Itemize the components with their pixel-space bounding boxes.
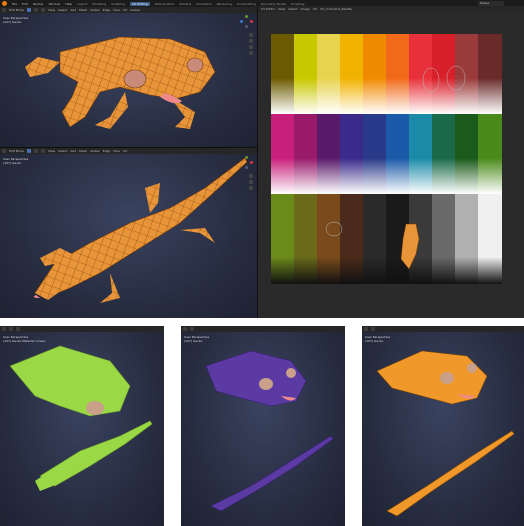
- tab-sculpting[interactable]: Sculpting: [111, 2, 125, 6]
- menu-view[interactable]: View: [278, 7, 285, 11]
- tab-rendering[interactable]: Rendering: [217, 2, 232, 6]
- menu-image[interactable]: Image: [300, 7, 309, 11]
- menu-select[interactable]: Select: [288, 7, 297, 11]
- menu-uv[interactable]: UV: [313, 7, 317, 11]
- viewport-bottom-middle[interactable]: User Perspective (107) Gecko: [181, 326, 345, 526]
- menu-window[interactable]: Window: [49, 2, 61, 6]
- menu-file[interactable]: File: [12, 2, 17, 6]
- tab-layout[interactable]: Layout: [77, 2, 87, 6]
- blender-logo-icon[interactable]: [2, 1, 7, 6]
- tab-compositing[interactable]: Compositing: [237, 2, 256, 6]
- tab-uv-editing[interactable]: UV Editing: [130, 1, 150, 6]
- tab-animation[interactable]: Animation: [196, 2, 211, 6]
- area-divider[interactable]: [0, 147, 257, 148]
- viewport-middle[interactable]: Edit Mode View Select Add Mesh Vertex Ed…: [0, 148, 257, 318]
- uv-editor-header: UV Editor View Select Image UV UV_ColorG…: [258, 6, 524, 12]
- gecko-mesh-top: [25, 36, 216, 129]
- uv-islands: [325, 65, 466, 270]
- viewport-bottom-left[interactable]: User Perspective (107) Gecko Material: G…: [0, 326, 164, 526]
- tab-modeling[interactable]: Modeling: [92, 2, 106, 6]
- uv-editor[interactable]: UV Editor View Select Image UV UV_ColorG…: [258, 6, 524, 318]
- viewport-top[interactable]: Edit Mode View Select Add Mesh Vertex Ed…: [0, 7, 257, 147]
- gecko-purple: [205, 350, 334, 512]
- viewport-bottom-right[interactable]: User Perspective (107) Gecko: [362, 326, 524, 526]
- tab-scripting[interactable]: Scripting: [291, 2, 304, 6]
- menu-help[interactable]: Help: [65, 2, 72, 6]
- menu-render[interactable]: Render: [33, 2, 44, 6]
- gecko-mesh-middle: [33, 157, 248, 303]
- gecko-orange: [376, 350, 515, 517]
- gecko-green: [9, 345, 153, 491]
- menu-edit[interactable]: Edit: [22, 2, 28, 6]
- tab-shading[interactable]: Shading: [179, 2, 191, 6]
- tab-texture-paint[interactable]: Texture Paint: [155, 2, 174, 6]
- uv-editor-mode[interactable]: UV Editor: [261, 7, 275, 11]
- image-selector[interactable]: UV_ColorGrid_Palette: [320, 7, 352, 11]
- tab-geometry-nodes[interactable]: Geometry Nodes: [261, 2, 286, 6]
